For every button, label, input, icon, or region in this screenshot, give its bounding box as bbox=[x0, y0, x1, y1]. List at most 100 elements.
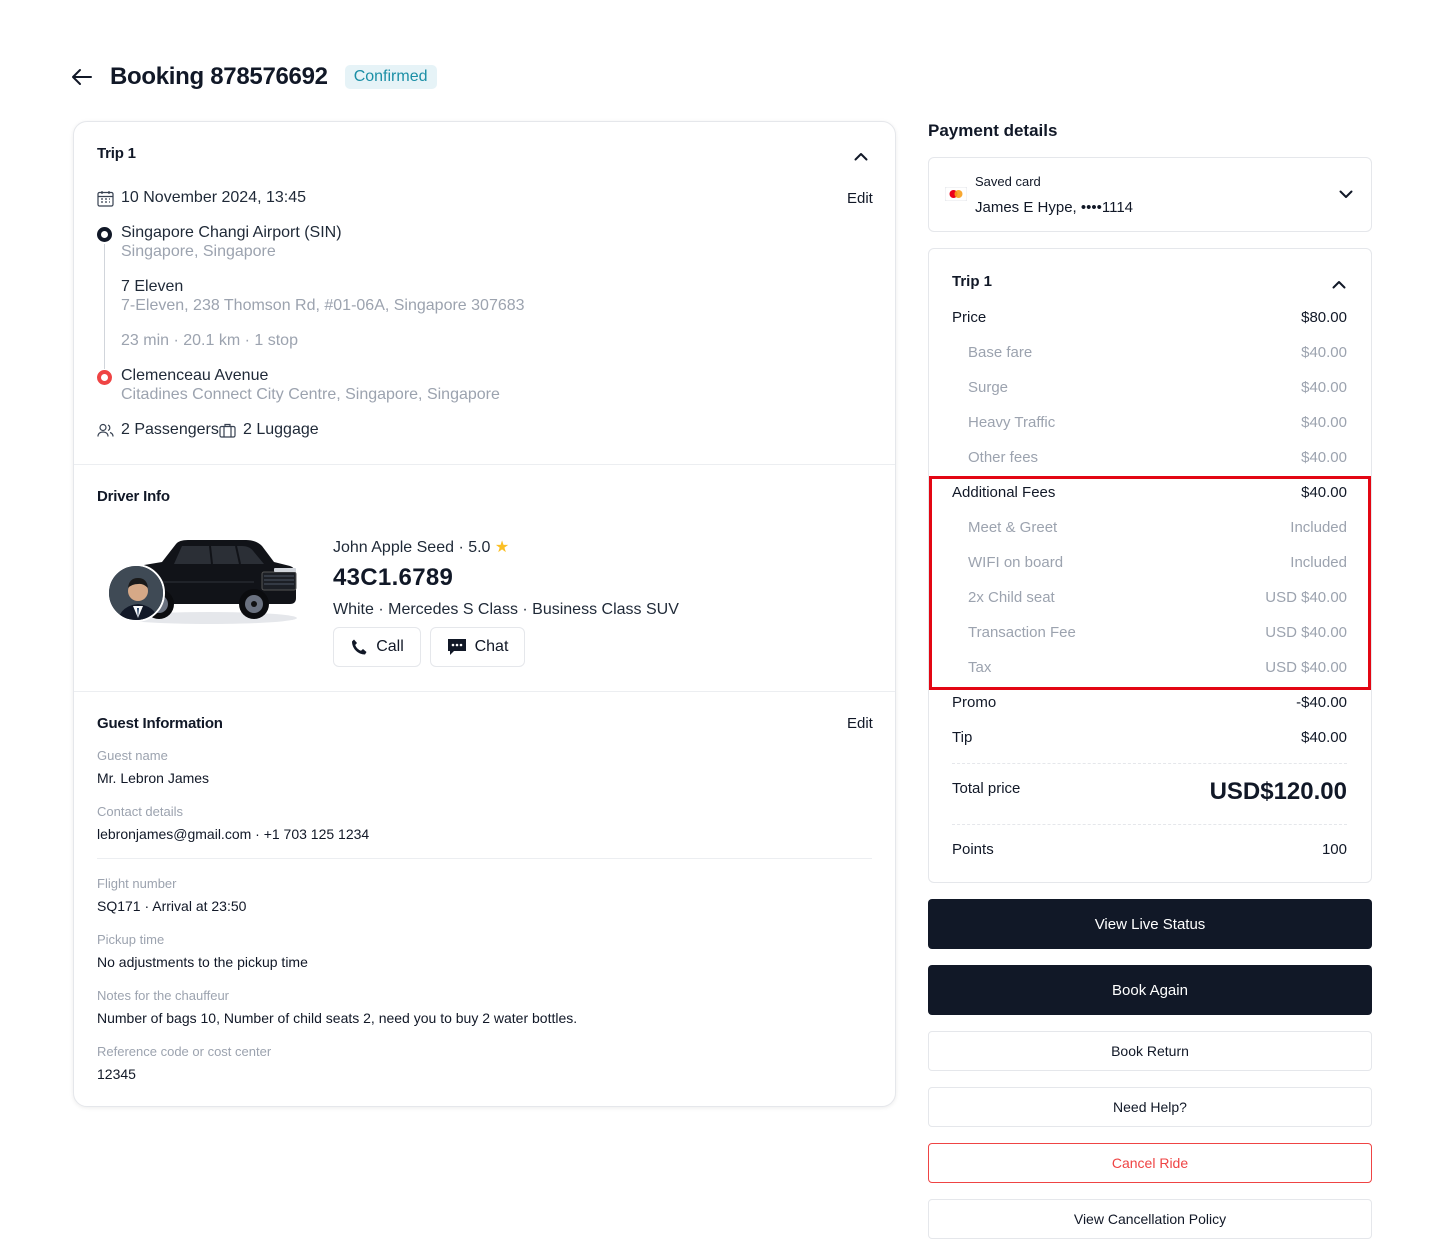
points-label: Points bbox=[952, 841, 994, 858]
heavy-traffic-row: Heavy Traffic $40.00 bbox=[952, 414, 1347, 431]
section-divider bbox=[74, 691, 895, 692]
chat-button[interactable]: Chat bbox=[430, 627, 525, 667]
additional-fees-value: $40.00 bbox=[1301, 484, 1347, 501]
cancel-ride-button[interactable]: Cancel Ride bbox=[928, 1143, 1372, 1183]
price-divider bbox=[952, 824, 1347, 825]
meet-greet-row: Meet & Greet Included bbox=[952, 519, 1347, 536]
flight-number: SQ171 · Arrival at 23:50 bbox=[97, 898, 247, 914]
total-price-value: USD$120.00 bbox=[1209, 778, 1347, 805]
phone-icon bbox=[352, 639, 367, 655]
contact-details: lebronjames@gmail.com · +1 703 125 1234 bbox=[97, 826, 370, 842]
chevron-down-icon bbox=[1337, 185, 1355, 203]
price-label: Price bbox=[952, 309, 987, 326]
status-badge: Confirmed bbox=[344, 65, 437, 89]
fee-label: 2x Child seat bbox=[968, 589, 1055, 606]
edit-guest-link[interactable]: Edit bbox=[847, 715, 873, 732]
stop-subtitle: 7-Eleven, 238 Thomson Rd, #01-06A, Singa… bbox=[121, 297, 525, 314]
fee-label: Tax bbox=[968, 659, 992, 676]
call-button[interactable]: Call bbox=[333, 627, 421, 667]
edit-trip-link[interactable]: Edit bbox=[847, 190, 873, 207]
guest-name-label: Guest name bbox=[97, 748, 168, 763]
chat-label: Chat bbox=[474, 638, 509, 655]
route-line bbox=[104, 244, 105, 369]
view-cancellation-policy-button[interactable]: View Cancellation Policy bbox=[928, 1199, 1372, 1239]
fee-value: Included bbox=[1290, 554, 1347, 571]
payment-details-title: Payment details bbox=[928, 121, 1058, 140]
reference-label: Reference code or cost center bbox=[97, 1044, 272, 1059]
price-row: Price $80.00 bbox=[952, 309, 1347, 326]
call-label: Call bbox=[376, 638, 404, 655]
fee-label: Transaction Fee bbox=[968, 624, 1076, 641]
price-trip-title: Trip 1 bbox=[952, 273, 993, 290]
chauffeur-notes: Number of bags 10, Number of child seats… bbox=[97, 1010, 578, 1026]
fee-value: $40.00 bbox=[1301, 344, 1347, 361]
back-arrow-icon[interactable] bbox=[70, 65, 94, 89]
fee-value: Included bbox=[1290, 519, 1347, 536]
driver-info-title: Driver Info bbox=[97, 488, 170, 505]
fee-value: USD $40.00 bbox=[1265, 589, 1347, 606]
passengers-icon bbox=[96, 421, 114, 439]
price-divider bbox=[952, 763, 1347, 764]
surge-row: Surge $40.00 bbox=[952, 379, 1347, 396]
license-plate: 43C1.6789 bbox=[333, 564, 454, 591]
base-fare-row: Base fare $40.00 bbox=[952, 344, 1347, 361]
driver-avatar bbox=[107, 564, 165, 622]
tip-row: Tip $40.00 bbox=[952, 729, 1347, 746]
tip-value: $40.00 bbox=[1301, 729, 1347, 746]
fee-label: Heavy Traffic bbox=[968, 414, 1056, 431]
destination-marker-icon bbox=[97, 370, 112, 385]
guest-info-title: Guest Information bbox=[97, 715, 223, 732]
booking-details-card: Trip 1 10 November 2024, 13:45 Edit Sing… bbox=[73, 121, 896, 1107]
luggage-count: 2 Luggage bbox=[243, 421, 319, 438]
transaction-fee-row: Transaction Fee USD $40.00 bbox=[952, 624, 1347, 641]
vehicle-details: White · Mercedes S Class · Business Clas… bbox=[333, 601, 679, 618]
need-help-button[interactable]: Need Help? bbox=[928, 1087, 1372, 1127]
fee-value: USD $40.00 bbox=[1265, 624, 1347, 641]
fee-value: $40.00 bbox=[1301, 379, 1347, 396]
price-breakdown-card: Trip 1 Price $80.00 Base fare $40.00 Sur… bbox=[928, 248, 1372, 883]
pickup-time: No adjustments to the pickup time bbox=[97, 954, 308, 970]
fee-label: Other fees bbox=[968, 449, 1039, 466]
page-header: Booking 878576692 Confirmed bbox=[70, 60, 437, 94]
fee-value: $40.00 bbox=[1301, 414, 1347, 431]
additional-fees-row: Additional Fees $40.00 bbox=[952, 484, 1347, 501]
trip-title: Trip 1 bbox=[97, 145, 136, 162]
stop-name: 7 Eleven bbox=[121, 278, 184, 295]
view-live-status-button[interactable]: View Live Status bbox=[928, 899, 1372, 949]
price-value: $80.00 bbox=[1301, 309, 1347, 326]
book-again-button[interactable]: Book Again bbox=[928, 965, 1372, 1015]
section-divider bbox=[74, 464, 895, 465]
saved-card-label: Saved card bbox=[975, 174, 1041, 189]
book-return-button[interactable]: Book Return bbox=[928, 1031, 1372, 1071]
trip-summary: 23 min · 20.1 km · 1 stop bbox=[121, 332, 298, 349]
points-row: Points 100 bbox=[952, 841, 1347, 858]
saved-card-value: James E Hype, ••••1114 bbox=[975, 199, 1134, 216]
passengers-count: 2 Passengers bbox=[121, 421, 219, 438]
luggage-icon bbox=[218, 421, 236, 439]
fee-value: USD $40.00 bbox=[1265, 659, 1347, 676]
fee-label: Surge bbox=[968, 379, 1009, 396]
chevron-up-icon[interactable] bbox=[851, 146, 871, 166]
mastercard-icon bbox=[945, 186, 967, 202]
promo-value: -$40.00 bbox=[1296, 694, 1347, 711]
fee-label: Base fare bbox=[968, 344, 1033, 361]
guest-name: Mr. Lebron James bbox=[97, 770, 210, 786]
section-divider bbox=[97, 858, 872, 859]
saved-card-select[interactable]: Saved card James E Hype, ••••1114 bbox=[928, 157, 1372, 232]
origin-name: Singapore Changi Airport (SIN) bbox=[121, 224, 342, 241]
destination-subtitle: Citadines Connect City Centre, Singapore… bbox=[121, 386, 500, 403]
tip-label: Tip bbox=[952, 729, 973, 746]
tax-row: Tax USD $40.00 bbox=[952, 659, 1347, 676]
other-fees-row: Other fees $40.00 bbox=[952, 449, 1347, 466]
destination-name: Clemenceau Avenue bbox=[121, 367, 269, 384]
points-value: 100 bbox=[1321, 841, 1347, 858]
fee-value: $40.00 bbox=[1301, 449, 1347, 466]
flight-label: Flight number bbox=[97, 876, 177, 891]
fee-label: WIFI on board bbox=[968, 554, 1064, 571]
notes-label: Notes for the chauffeur bbox=[97, 988, 230, 1003]
total-price-label: Total price bbox=[952, 780, 1021, 797]
chevron-up-icon[interactable] bbox=[1329, 274, 1349, 294]
additional-fees-label: Additional Fees bbox=[952, 484, 1056, 501]
promo-label: Promo bbox=[952, 694, 997, 711]
pickup-label: Pickup time bbox=[97, 932, 165, 947]
